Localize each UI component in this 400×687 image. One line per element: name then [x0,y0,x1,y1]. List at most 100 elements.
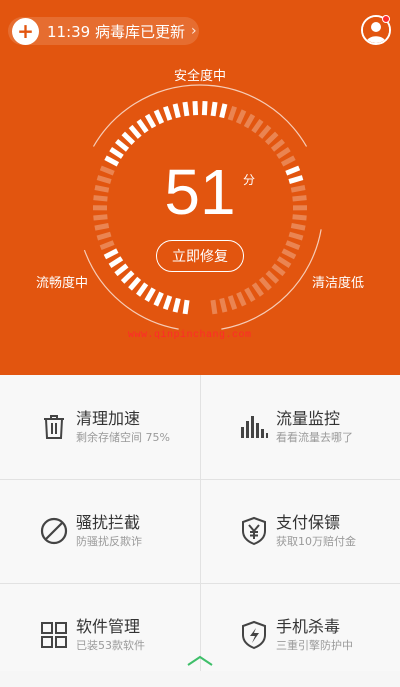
feature-subtitle: 已装53款软件 [76,638,145,654]
smoothness-tick [123,272,133,282]
smoothness-tick [116,266,127,275]
safety-tick [253,120,261,131]
cleanliness-tick [278,258,290,266]
safety-tick [195,101,196,115]
feature-payment-guard[interactable]: 支付保镖获取10万赔付金 [200,479,400,583]
cleanliness-label: 清洁度低 [312,272,364,291]
feature-traffic-monitor[interactable]: 流量监控看看流量去哪了 [200,375,400,479]
smoothness-tick [105,251,117,257]
safety-tick [230,107,235,120]
security-score: 51 [150,160,250,224]
feature-subtitle: 获取10万赔付金 [276,534,356,550]
yen-shield-icon [238,515,270,547]
score-unit: 分 [243,171,255,188]
safety-tick [156,110,162,123]
cleanliness-tick [213,300,215,314]
safety-tick [139,120,147,131]
safety-tick [147,115,154,127]
smoothness-tick [95,187,109,190]
feature-subtitle: 三重引擎防护中 [276,638,353,654]
cleanliness-tick [273,266,284,275]
safety-tick [185,102,187,116]
safety-tick [204,101,205,115]
trash-icon [38,411,70,443]
smoothness-tick [110,258,122,266]
safety-tick [238,110,244,123]
feature-title: 流量监控 [276,408,353,430]
feature-title: 软件管理 [76,616,145,638]
safety-tick [213,102,215,116]
feature-title: 骚扰拦截 [76,512,142,534]
smoothness-tick [130,278,139,289]
cleanliness-tick [267,272,277,282]
safety-label: 安全度中 [174,65,226,84]
cleanliness-tick [293,217,307,218]
safety-tick [267,133,277,143]
smoothness-label: 流畅度中 [36,272,88,291]
safety-tick [278,149,290,157]
feature-title: 手机杀毒 [276,616,353,638]
status-text: 11:39 病毒库已更新 [47,21,185,42]
cleanliness-tick [261,278,270,289]
feature-title: 清理加速 [76,408,170,430]
cleanliness-tick [238,293,244,306]
smoothness-tick [94,198,108,199]
smoothness-tick [138,284,146,295]
feature-subtitle: 防骚扰反欺诈 [76,534,142,550]
safety-tick [222,104,225,118]
cleanliness-tick [246,289,253,301]
smoothness-tick [101,243,114,248]
cleanliness-tick [230,296,235,309]
smoothness-tick [165,296,170,309]
smoothness-tick [185,300,187,314]
safety-tick [272,141,283,150]
chevron-up-icon[interactable] [186,655,214,667]
feature-subtitle: 剩余存储空间 75% [76,430,170,446]
feature-title: 支付保镖 [276,512,356,534]
cleanliness-tick [289,178,302,182]
bolt-shield-icon [238,619,270,651]
cleanliness-tick [293,198,307,199]
feature-antivirus[interactable]: 手机杀毒三重引擎防护中 [200,583,400,687]
cleanliness-tick [291,187,305,190]
safety-tick [111,149,123,157]
repair-now-button[interactable]: 立即修复 [156,240,244,272]
smoothness-tick [95,225,109,228]
chevron-right-icon: › [191,23,197,39]
safety-tick [246,115,253,127]
safety-tick [260,127,269,138]
notification-dot [382,15,390,23]
cleanliness-tick [286,243,299,248]
feature-harass-block[interactable]: 骚扰拦截防骚扰反欺诈 [0,479,200,583]
virus-db-status[interactable]: + 11:39 病毒库已更新 › [8,17,199,45]
safety-tick [123,133,133,143]
smoothness-tick [175,298,178,312]
feature-grid: 清理加速剩余存储空间 75% 流量监控看看流量去哪了 骚扰拦截防骚扰反欺诈 支付… [0,375,400,671]
smoothness-tick [156,293,162,306]
smoothness-tick [147,289,154,301]
feature-subtitle: 看看流量去哪了 [276,430,353,446]
bars-icon [238,411,270,443]
safety-tick [165,107,170,120]
cleanliness-tick [289,234,302,238]
cleanliness-tick [283,251,295,257]
feature-clean-speed[interactable]: 清理加速剩余存储空间 75% [0,375,200,479]
watermark: www.qinpinchang.com [128,330,252,341]
cleanliness-tick [286,168,299,173]
smoothness-tick [97,234,110,238]
apps-grid-icon [38,619,70,651]
safety-tick [131,127,140,138]
safety-tick [282,158,294,165]
security-panel: + 11:39 病毒库已更新 › 安全度中 流畅度中 清洁度低 51 分 立即修… [0,0,400,375]
safety-tick [106,158,118,165]
safety-tick [117,141,128,150]
cleanliness-tick [222,298,225,312]
plus-icon[interactable]: + [12,18,39,45]
feature-app-manager[interactable]: 软件管理已装53款软件 [0,583,200,687]
smoothness-tick [97,178,110,182]
block-icon [38,515,70,547]
smoothness-tick [101,168,114,173]
cleanliness-tick [291,225,305,228]
cleanliness-tick [254,284,262,295]
safety-tick [175,104,178,118]
